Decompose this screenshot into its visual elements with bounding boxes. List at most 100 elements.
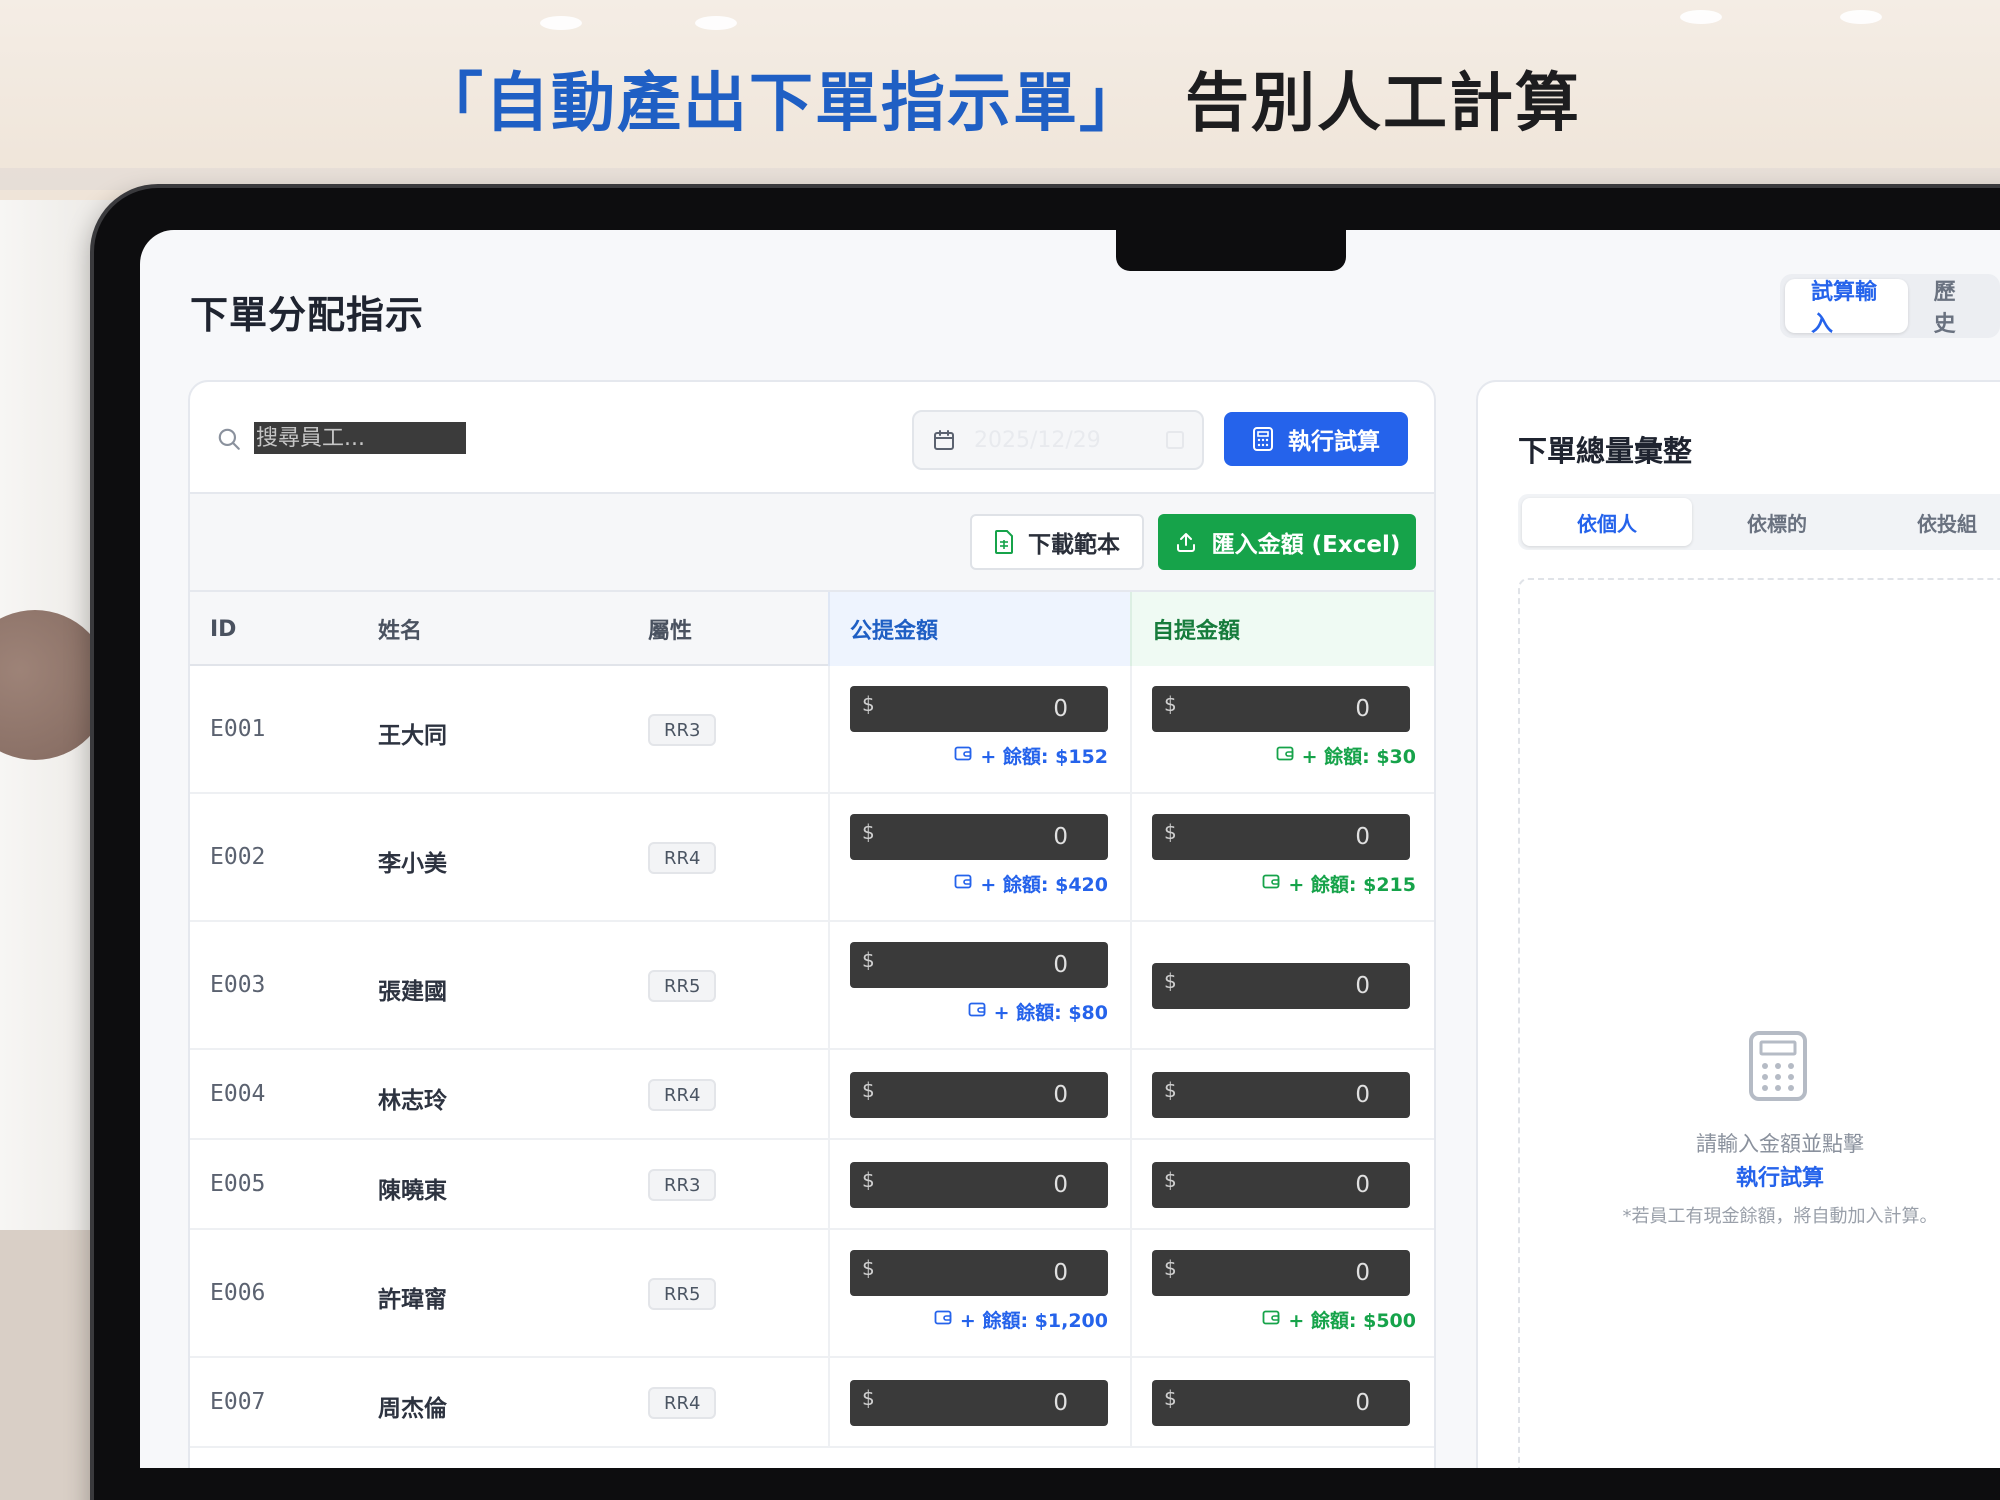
- view-switcher: 試算輸入 歷史: [1780, 274, 2000, 338]
- public-amount-input[interactable]: $ 0: [850, 1250, 1108, 1296]
- currency-symbol: $: [1164, 969, 1177, 993]
- ceiling-light: [1680, 10, 1722, 24]
- employee-id: E003: [210, 972, 266, 998]
- employee-id: E007: [210, 1389, 266, 1415]
- employee-id: E001: [210, 716, 266, 742]
- tab-history[interactable]: 歷史: [1908, 279, 1995, 337]
- headline-highlight: 「自動產出下單指示單」: [419, 66, 1145, 141]
- currency-symbol: $: [862, 948, 875, 972]
- filter-bar: 2025/12/29 執行試算: [190, 382, 1434, 494]
- currency-symbol: $: [1164, 820, 1177, 844]
- wallet-icon: [934, 1308, 952, 1331]
- employee-id: E005: [210, 1171, 266, 1197]
- tab-trial-input[interactable]: 試算輸入: [1785, 279, 1908, 337]
- public-cash-balance-text: + 餘額: $80: [993, 1002, 1108, 1024]
- public-amount-input[interactable]: $ 0: [850, 1380, 1108, 1426]
- self-amount-input[interactable]: $ 0: [1152, 963, 1410, 1009]
- background-beam: [0, 168, 2000, 190]
- amount-value: 0: [1053, 952, 1068, 978]
- headline-tagline: 告別人工計算: [1185, 66, 1581, 141]
- currency-symbol: $: [862, 692, 875, 716]
- download-template-button[interactable]: 下載範本: [970, 514, 1144, 570]
- table-row: E002 李小美 RR4 $ 0 $ 0 + 餘額: $420 + 餘額: $2…: [190, 794, 1434, 922]
- amount-value: 0: [1053, 824, 1068, 850]
- employee-id: E004: [210, 1081, 266, 1107]
- upload-icon: [1176, 533, 1195, 552]
- amount-value: 0: [1355, 1260, 1370, 1286]
- self-amount-input[interactable]: $ 0: [1152, 1072, 1410, 1118]
- currency-symbol: $: [862, 1078, 875, 1102]
- public-amount-input[interactable]: $ 0: [850, 1162, 1108, 1208]
- amount-value: 0: [1053, 1390, 1068, 1416]
- column-header-public-amount[interactable]: 公提金額: [828, 592, 1130, 666]
- self-cash-balance-text: + 餘額: $30: [1301, 746, 1416, 768]
- amount-value: 0: [1355, 824, 1370, 850]
- page-title: 下單分配指示: [190, 293, 425, 337]
- self-cash-balance-text: + 餘額: $215: [1288, 874, 1416, 896]
- currency-symbol: $: [1164, 1168, 1177, 1192]
- amount-value: 0: [1355, 1390, 1370, 1416]
- public-amount-input[interactable]: $ 0: [850, 1072, 1108, 1118]
- self-amount-input[interactable]: $ 0: [1152, 686, 1410, 732]
- table-row: E003 張建國 RR5 $ 0 $ 0 + 餘額: $80: [190, 922, 1434, 1050]
- amount-value: 0: [1053, 1260, 1068, 1286]
- amount-value: 0: [1053, 1172, 1068, 1198]
- public-amount-input[interactable]: $ 0: [850, 942, 1108, 988]
- tab-by-portfolio[interactable]: 依投組: [1862, 498, 2000, 546]
- self-amount-input[interactable]: $ 0: [1152, 1250, 1410, 1296]
- currency-symbol: $: [1164, 1078, 1177, 1102]
- app-screen: 下單分配指示 試算輸入 歷史 2025/12/29: [140, 230, 2000, 1468]
- wallet-icon: [968, 1000, 986, 1023]
- calculator-icon: [1253, 427, 1273, 451]
- public-amount-input[interactable]: $ 0: [850, 686, 1108, 732]
- currency-symbol: $: [862, 820, 875, 844]
- run-calculation-button[interactable]: 執行試算: [1224, 412, 1408, 466]
- empty-state-note: *若員工有現金餘額，將自動加入計算。: [1622, 1206, 1938, 1227]
- self-cash-balance-text: + 餘額: $500: [1288, 1310, 1416, 1332]
- risk-attribute-badge: RR3: [648, 1169, 717, 1201]
- self-amount-input[interactable]: $ 0: [1152, 814, 1410, 860]
- table-header: ID 姓名 屬性 公提金額 自提金額: [190, 592, 1434, 666]
- tab-by-person[interactable]: 依個人: [1522, 498, 1692, 546]
- employee-id: E006: [210, 1280, 266, 1306]
- public-amount-input[interactable]: $ 0: [850, 814, 1108, 860]
- table-row: E006 許瑋甯 RR5 $ 0 $ 0 + 餘額: $1,200 + 餘額: …: [190, 1230, 1434, 1358]
- employee-name: 周杰倫: [378, 1396, 447, 1422]
- import-excel-label: 匯入金額 (Excel): [1211, 532, 1401, 558]
- calculator-icon: [1749, 1031, 1807, 1101]
- employee-id: E002: [210, 844, 266, 870]
- date-clear-icon: [1166, 431, 1184, 449]
- ceiling-light: [1840, 10, 1882, 24]
- public-cash-balance: + 餘額: $1,200: [934, 1306, 1108, 1333]
- column-header-name[interactable]: 姓名: [378, 592, 422, 666]
- column-header-self-amount[interactable]: 自提金額: [1130, 592, 1434, 666]
- search-input[interactable]: [254, 422, 466, 454]
- amount-value: 0: [1053, 696, 1068, 722]
- calendar-icon: [934, 430, 954, 450]
- public-cash-balance: + 餘額: $152: [954, 742, 1108, 769]
- self-cash-balance: + 餘額: $215: [1262, 870, 1416, 897]
- tab-by-target[interactable]: 依標的: [1692, 498, 1862, 546]
- summary-tabs: 依個人 依標的 依投組: [1518, 494, 2000, 550]
- self-amount-input[interactable]: $ 0: [1152, 1380, 1410, 1426]
- action-bar: 下載範本 匯入金額 (Excel): [190, 494, 1434, 592]
- table-row: E001 王大同 RR3 $ 0 $ 0 + 餘額: $152 + 餘額: $3…: [190, 666, 1434, 794]
- employee-name: 張建國: [378, 979, 447, 1005]
- empty-state-action: 執行試算: [1735, 1166, 1824, 1191]
- employee-name: 林志玲: [378, 1088, 447, 1114]
- amount-value: 0: [1355, 1172, 1370, 1198]
- currency-symbol: $: [862, 1256, 875, 1280]
- column-header-attr[interactable]: 屬性: [648, 592, 692, 666]
- risk-attribute-badge: RR5: [648, 1278, 717, 1310]
- amount-value: 0: [1355, 696, 1370, 722]
- column-header-id[interactable]: ID: [210, 592, 236, 666]
- import-excel-button[interactable]: 匯入金額 (Excel): [1158, 514, 1416, 570]
- self-cash-balance: + 餘額: $30: [1276, 742, 1416, 769]
- wallet-icon: [1262, 872, 1280, 895]
- date-picker[interactable]: 2025/12/29: [912, 410, 1204, 470]
- self-amount-input[interactable]: $ 0: [1152, 1162, 1410, 1208]
- risk-attribute-badge: RR4: [648, 842, 717, 874]
- employee-name: 陳曉東: [378, 1178, 447, 1204]
- employee-name: 王大同: [378, 723, 447, 749]
- summary-title: 下單總量彙整: [1518, 434, 1693, 468]
